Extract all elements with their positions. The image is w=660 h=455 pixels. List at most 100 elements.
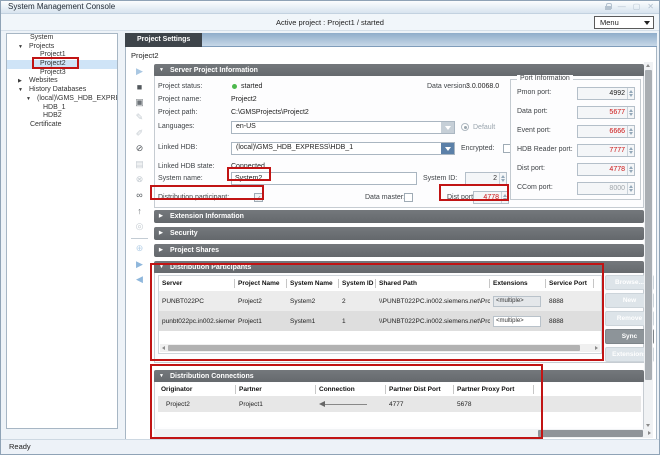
selected-project-label: Project2: [131, 51, 159, 60]
dist-port-info-stepper[interactable]: 4778: [577, 163, 635, 176]
dist-port-stepper[interactable]: 4778: [473, 191, 509, 204]
distribution-participant-checkbox[interactable]: ✓: [254, 193, 263, 202]
unlink-hdb-icon[interactable]: ⊘: [132, 142, 148, 157]
col-extensions[interactable]: Extensions: [490, 279, 546, 288]
stepper-arrows-icon[interactable]: [627, 183, 634, 194]
expand-arrow-icon[interactable]: ▼: [16, 86, 29, 95]
extensions-combobox[interactable]: <multiple>: [493, 296, 541, 307]
col-system-name[interactable]: System Name: [287, 279, 339, 288]
toolbar-separator: [131, 238, 148, 239]
activate-icon[interactable]: ▶: [132, 257, 148, 272]
tree-item-projects[interactable]: ▼Projects: [7, 43, 117, 52]
add-icon[interactable]: ⊕: [132, 242, 148, 257]
upgrade-icon[interactable]: ↑: [132, 204, 148, 219]
project-status-value: started: [241, 80, 262, 93]
expand-arrow-icon[interactable]: ▼: [16, 43, 29, 52]
connection-row[interactable]: Project2 Project1 4777 5678: [158, 396, 641, 412]
col-project-name[interactable]: Project Name: [235, 279, 287, 288]
stepper-arrows-icon[interactable]: [499, 173, 506, 184]
stepper-arrows-icon[interactable]: [501, 192, 508, 203]
scroll-right-icon[interactable]: [648, 431, 651, 435]
col-partner-dist-port[interactable]: Partner Dist Port: [386, 385, 454, 394]
data-version-label: Data version:: [427, 80, 468, 93]
section-extension-information[interactable]: ▶Extension Information: [154, 210, 644, 223]
stepper-arrows-icon[interactable]: [627, 126, 634, 137]
tree-item-history-databases[interactable]: ▼History Databases: [7, 86, 117, 95]
system-id-stepper[interactable]: 2: [465, 172, 507, 185]
participant-row[interactable]: punbt022pc.in002.siemer Project1 System1…: [159, 311, 601, 331]
col-service-port[interactable]: Service Port: [546, 279, 594, 288]
data-port-stepper[interactable]: 5677: [577, 106, 635, 119]
languages-dropdown[interactable]: en-US: [231, 121, 455, 134]
pmon-port-stepper[interactable]: 4992: [577, 87, 635, 100]
system-name-field[interactable]: System2: [231, 172, 417, 185]
deactivate-icon[interactable]: ◀: [132, 273, 148, 288]
stepper-arrows-icon[interactable]: [627, 107, 634, 118]
project-status-label: Project status:: [158, 80, 202, 93]
extensions-combobox[interactable]: <multiple>: [493, 316, 541, 327]
link-hdb-icon[interactable]: ∞: [132, 188, 148, 203]
expand-arrow-icon[interactable]: ▶: [16, 77, 29, 86]
section-project-shares[interactable]: ▶Project Shares: [154, 244, 644, 257]
edit-icon[interactable]: ✎: [132, 111, 148, 126]
pin-icon[interactable]: ◎: [132, 219, 148, 234]
stepper-arrows-icon[interactable]: [627, 164, 634, 175]
col-partner-proxy-port[interactable]: Partner Proxy Port: [454, 385, 534, 394]
col-partner[interactable]: Partner: [236, 385, 316, 394]
connection-direction-left-icon: [319, 401, 367, 407]
tree-item-system[interactable]: System: [7, 34, 117, 43]
event-port-stepper[interactable]: 6666: [577, 125, 635, 138]
maximize-button[interactable]: ▢: [633, 3, 641, 11]
col-system-id[interactable]: System ID: [339, 279, 376, 288]
expand-arrow-icon[interactable]: ▼: [24, 95, 37, 104]
rename-icon[interactable]: ✐: [132, 126, 148, 141]
scroll-right-icon[interactable]: [595, 346, 598, 350]
participant-row[interactable]: PUNBT022PC Project2 System2 2 \\PUNBT022…: [159, 291, 601, 311]
scroll-up-icon[interactable]: [646, 64, 650, 67]
tree-item-hdb1[interactable]: HDB_1: [7, 104, 117, 113]
linked-hdb-label: Linked HDB:: [158, 141, 197, 154]
scrollbar-thumb[interactable]: [168, 345, 580, 351]
col-originator[interactable]: Originator: [158, 385, 236, 394]
tree-item-websites[interactable]: ▶Websites: [7, 77, 117, 86]
chevron-down-icon[interactable]: [441, 143, 454, 154]
col-connection[interactable]: Connection: [316, 385, 386, 394]
tree-item-certificate[interactable]: Certificate: [7, 121, 117, 130]
tree-item-project2[interactable]: Project2: [7, 60, 117, 69]
stepper-arrows-icon[interactable]: [627, 145, 634, 156]
section-collapsed-icon: ▶: [159, 227, 170, 240]
tab-project-settings[interactable]: Project Settings: [125, 33, 202, 47]
main-vertical-scrollbar[interactable]: [644, 62, 653, 429]
scroll-down-icon[interactable]: [646, 424, 650, 427]
default-radio[interactable]: [461, 123, 469, 131]
data-master-checkbox[interactable]: [404, 193, 413, 202]
linked-hdb-dropdown[interactable]: (local)\GMS_HDB_EXPRESS\HDB_1: [231, 142, 455, 155]
minimize-button[interactable]: —: [618, 3, 626, 11]
tree-item-hdb2[interactable]: HDB2: [7, 112, 117, 121]
start-icon[interactable]: ▶: [132, 64, 148, 79]
tree-item-project1[interactable]: Project1: [7, 51, 117, 60]
menu-dropdown[interactable]: Menu: [594, 16, 654, 29]
hdb-reader-port-stepper[interactable]: 7777: [577, 144, 635, 157]
col-server[interactable]: Server: [159, 279, 235, 288]
stop-icon[interactable]: ■: [132, 80, 148, 95]
status-started-icon: [232, 84, 237, 89]
save-icon[interactable]: ▤: [132, 157, 148, 172]
ccom-port-stepper[interactable]: 8000: [577, 182, 635, 195]
scroll-left-icon[interactable]: [162, 346, 165, 350]
close-button[interactable]: ✕: [647, 3, 654, 11]
delete-icon[interactable]: ⊗: [132, 173, 148, 188]
tree-item-project3[interactable]: Project3: [7, 69, 117, 78]
tree-item-local-gms-hdb-express[interactable]: ▼(local)\GMS_HDB_EXPRESS: [7, 95, 117, 104]
main-horizontal-scrollbar[interactable]: [154, 429, 653, 438]
section-security[interactable]: ▶Security: [154, 227, 644, 240]
system-id-value: 2: [466, 173, 499, 184]
col-shared-path[interactable]: Shared Path: [376, 279, 490, 288]
participants-horizontal-scrollbar[interactable]: [160, 344, 600, 352]
scrollbar-thumb[interactable]: [538, 430, 643, 437]
stepper-arrows-icon[interactable]: [627, 88, 634, 99]
chevron-down-icon[interactable]: [441, 122, 454, 133]
section-collapsed-icon: ▶: [159, 210, 170, 223]
scrollbar-thumb[interactable]: [645, 70, 652, 380]
copy-project-icon[interactable]: ▣: [132, 95, 148, 110]
